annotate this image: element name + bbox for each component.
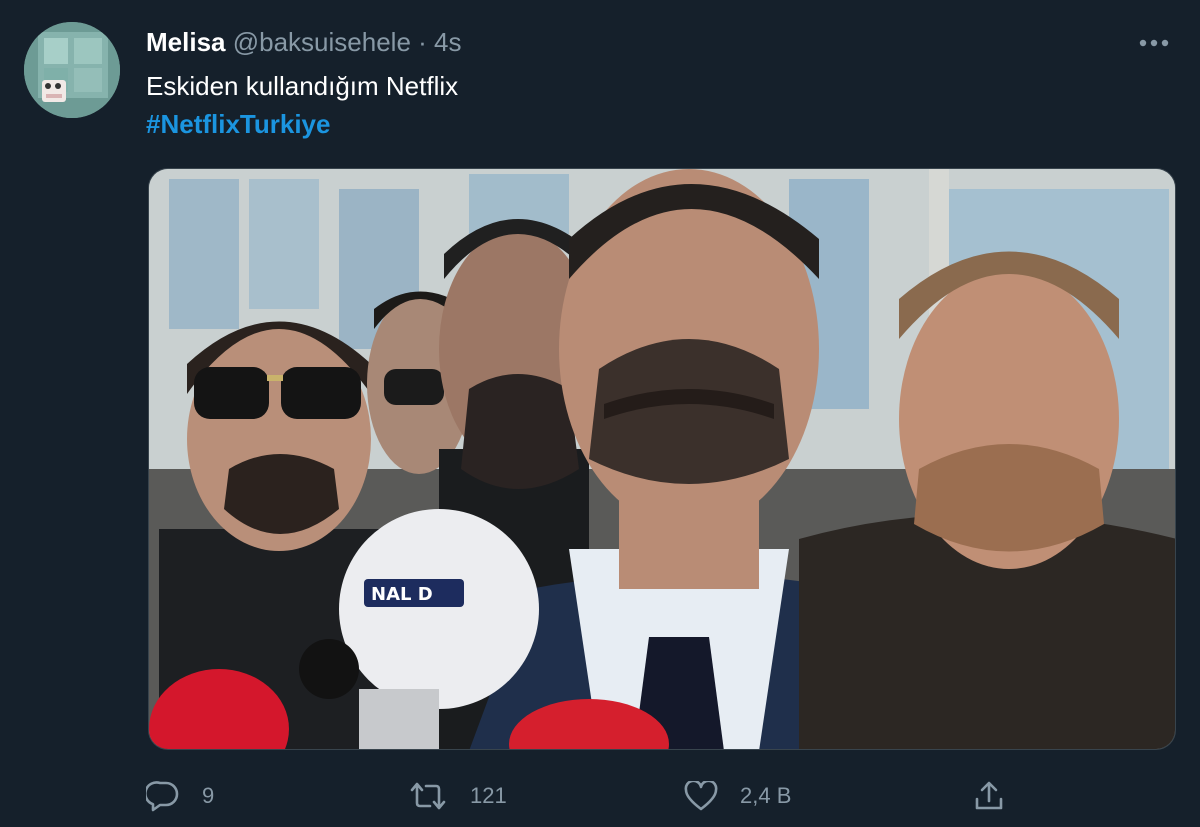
more-icon[interactable] <box>1134 28 1174 58</box>
user-handle[interactable]: @baksuisehele <box>233 27 411 57</box>
separator-dot: · <box>418 27 427 57</box>
hashtag-link[interactable]: #NetflixTurkiye <box>146 108 330 140</box>
retweet-button[interactable]: 121 <box>408 772 507 820</box>
like-button[interactable]: 2,4 B <box>684 772 791 820</box>
tweet: Melisa @baksuisehele · 4s Eskiden kullan… <box>0 0 1200 827</box>
reply-icon <box>146 781 179 812</box>
avatar[interactable] <box>24 22 120 118</box>
tweet-photo[interactable]: NAL D <box>148 168 1176 750</box>
like-count: 2,4 B <box>740 783 792 808</box>
reply-button[interactable]: 9 <box>146 772 214 820</box>
retweet-icon <box>410 782 446 810</box>
reply-count: 9 <box>202 783 215 808</box>
heart-icon <box>684 781 718 811</box>
display-name[interactable]: Melisa <box>146 27 226 57</box>
timestamp[interactable]: 4s <box>434 27 461 57</box>
tweet-header: Melisa @baksuisehele · 4s <box>146 26 462 58</box>
mic-logo-text: NAL D <box>371 584 433 605</box>
share-icon <box>975 781 1003 810</box>
action-bar: 9 121 2,4 B <box>146 772 1026 820</box>
tweet-text: Eskiden kullandığım Netflix <box>146 71 459 101</box>
retweet-count: 121 <box>470 783 507 808</box>
share-button[interactable] <box>972 772 1028 820</box>
